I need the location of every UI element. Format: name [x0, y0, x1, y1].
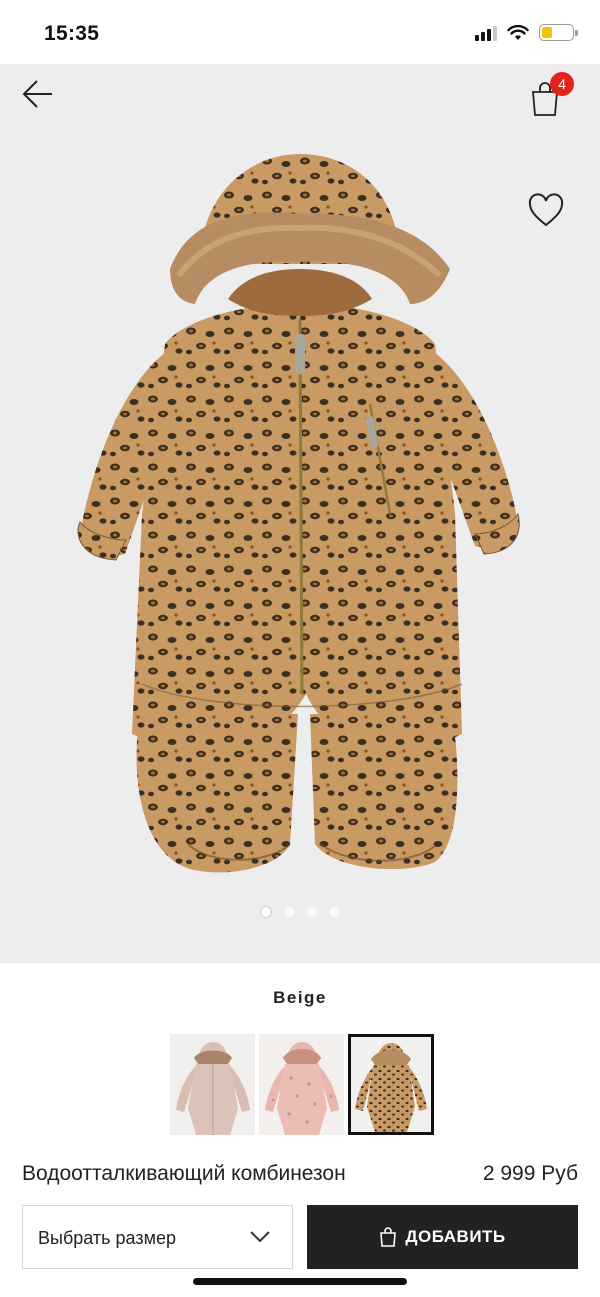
swatch-pink-print-image — [259, 1034, 344, 1135]
product-gallery[interactable]: 4 — [0, 64, 600, 963]
product-price: 2 999 Руб — [482, 1162, 578, 1185]
status-bar: 15:35 — [0, 0, 600, 64]
swatch-beige-leopard[interactable] — [348, 1034, 434, 1135]
heart-outline-icon — [528, 193, 564, 227]
gallery-dot[interactable] — [260, 907, 271, 917]
favorite-button[interactable] — [526, 192, 566, 230]
swatch-light-pink[interactable] — [170, 1034, 255, 1135]
add-to-bag-label: ДОБАВИТЬ — [405, 1227, 506, 1246]
status-time: 15:35 — [44, 22, 100, 45]
add-to-bag-button[interactable]: ДОБАВИТЬ — [307, 1205, 578, 1269]
battery-icon — [539, 24, 578, 41]
cart-count-badge: 4 — [550, 72, 574, 96]
shopping-bag-icon — [380, 1227, 397, 1247]
color-name: Beige — [273, 988, 327, 1007]
status-icons — [475, 24, 578, 41]
gallery-pagination — [0, 907, 600, 917]
product-image — [77, 154, 520, 873]
swatch-beige-leopard-image — [351, 1037, 431, 1132]
gallery-dot[interactable] — [329, 907, 340, 917]
swatch-pink-print[interactable] — [259, 1034, 344, 1135]
wifi-icon — [507, 24, 529, 40]
product-page: 15:35 4 Beige Водоотталкивающий комбинез… — [0, 0, 600, 1297]
color-swatches — [170, 1034, 434, 1135]
swatch-light-pink-image — [170, 1034, 255, 1135]
home-indicator — [193, 1278, 407, 1285]
arrow-left-icon — [22, 80, 52, 108]
size-select-label: Выбрать размер — [38, 1228, 176, 1248]
product-title: Водоотталкивающий комбинезон — [22, 1162, 346, 1185]
signal-icon — [475, 25, 497, 41]
cart-button[interactable]: 4 — [526, 72, 574, 118]
size-select[interactable]: Выбрать размер — [22, 1205, 293, 1269]
back-button[interactable] — [18, 76, 58, 112]
gallery-dot[interactable] — [283, 907, 294, 917]
gallery-dot[interactable] — [306, 907, 317, 917]
chevron-down-icon — [250, 1231, 270, 1243]
